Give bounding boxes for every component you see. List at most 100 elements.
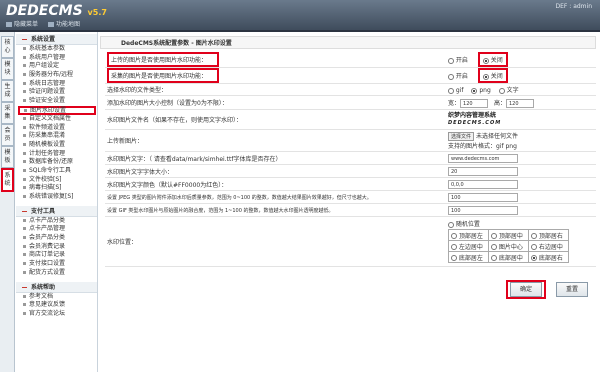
collect-wm-off-option[interactable]: 关闭 — [477, 68, 508, 83]
pos-middle-right[interactable]: 右边居中 — [528, 240, 569, 252]
bullet-icon — [23, 64, 26, 68]
bullet-icon — [23, 168, 26, 172]
sidebar-item[interactable]: SQL命令行工具 — [16, 167, 97, 176]
ok-button[interactable]: 确定 — [510, 282, 542, 297]
bullet-icon — [23, 90, 26, 94]
pos-top-left[interactable]: 顶部居左 — [448, 229, 489, 241]
collect-wm-on-radio[interactable] — [448, 73, 454, 80]
breadcrumb: DedeCMS系统配置参数 - 图片水印设置 — [100, 36, 596, 49]
type-text-radio[interactable] — [498, 87, 505, 94]
tab-template[interactable]: 模板 — [1, 146, 14, 168]
collapse-icon — [22, 39, 27, 40]
bullet-icon — [23, 253, 26, 257]
sidebar-item[interactable]: 验证安全设置 — [16, 97, 97, 106]
function-map-link[interactable]: 功能地图 — [47, 21, 80, 28]
bullet-icon — [23, 151, 26, 155]
sidebar-item[interactable]: 系统基本参数 — [16, 45, 97, 54]
collapse-icon — [22, 210, 27, 212]
section-payment-tools[interactable]: 支付工具 — [16, 205, 97, 217]
watermark-text-input[interactable]: www.dedecms.com — [448, 153, 518, 163]
pos-bottom-left[interactable]: 底部居左 — [448, 251, 489, 263]
position-grid: 顶部居左 顶部居中 顶部居右 左边居中 图片中心 右边居中 底部居左 底部居中 … — [448, 229, 569, 263]
position-random-radio[interactable] — [448, 221, 454, 228]
dedecms-logo: DEDECMS v5.7 — [6, 3, 107, 19]
supported-formats: 支持的图片格式：gif png — [448, 143, 517, 150]
font-color-input[interactable]: 0,0,0 — [448, 179, 518, 189]
sidebar-item[interactable]: 系统错误修复[S] — [16, 193, 97, 202]
height-input[interactable]: 120 — [505, 98, 534, 108]
user-info: DEF : admin — [555, 3, 593, 10]
sidebar-item[interactable]: 官方交流论坛 — [16, 310, 97, 319]
left-tab-bar: 核心 模块 生成 采集 会员 模板 系统 — [0, 32, 15, 372]
type-gif-radio[interactable] — [448, 87, 454, 94]
section-system-help[interactable]: 系统帮助 — [16, 281, 97, 293]
tab-system[interactable]: 系统 — [1, 168, 14, 192]
reset-button[interactable]: 重置 — [556, 282, 588, 297]
bullet-icon — [23, 55, 26, 59]
bullet-icon — [23, 244, 26, 248]
sidebar-item[interactable]: 病毒扫描[S] — [16, 184, 97, 193]
sidebar-item[interactable]: 计划任务管理 — [16, 150, 97, 159]
watermark-preview: 织梦内容管理系统 DEDECMS.COM — [448, 112, 502, 126]
sidebar-item[interactable]: 验证问题设置 — [16, 88, 97, 97]
sidebar-item[interactable]: 数据库备份/还原 — [16, 158, 97, 167]
sidebar-item[interactable]: 意见建议反馈 — [16, 301, 97, 310]
sidebar-item[interactable]: 软件频道设置 — [16, 124, 97, 133]
sidebar-item[interactable]: 服务器分布/远程 — [16, 71, 97, 80]
tab-module[interactable]: 模块 — [1, 58, 14, 80]
type-png-radio[interactable] — [471, 87, 478, 94]
pos-top-right[interactable]: 顶部居右 — [528, 229, 569, 241]
tab-generate[interactable]: 生成 — [1, 80, 14, 102]
sidebar-item-watermark[interactable]: 图片水印设置 — [18, 105, 96, 115]
collect-wm-off-radio[interactable] — [482, 73, 489, 80]
upload-wm-on-radio[interactable] — [448, 57, 454, 64]
bullet-icon — [23, 262, 26, 266]
bullet-icon — [23, 303, 26, 307]
bullet-icon — [23, 142, 26, 146]
pos-center[interactable]: 图片中心 — [488, 240, 529, 252]
sidebar-item[interactable]: 随机模板设置 — [16, 141, 97, 150]
pos-bottom-center[interactable]: 底部居中 — [488, 251, 529, 263]
pos-top-center[interactable]: 顶部居中 — [488, 229, 529, 241]
bullet-icon — [23, 270, 26, 274]
bullet-icon — [23, 186, 26, 190]
sidebar-item[interactable]: 支付接口设置 — [16, 260, 97, 269]
hide-menu-link[interactable]: 隐藏菜单 — [6, 21, 38, 28]
sidebar-item[interactable]: 防采集串混淆 — [16, 132, 97, 141]
bullet-icon — [23, 125, 26, 129]
sidebar-item[interactable]: 会员产品分类 — [16, 234, 97, 243]
bullet-icon — [23, 160, 26, 164]
sidebar-item[interactable]: 参考文档 — [16, 293, 97, 302]
upload-wm-off-option[interactable]: 关闭 — [477, 52, 508, 67]
jpeg-quality-input[interactable]: 100 — [448, 192, 518, 202]
row-label: 上传的图片是否使用图片水印功能： — [105, 52, 448, 68]
collapse-icon — [22, 286, 27, 288]
pos-middle-left[interactable]: 左边居中 — [448, 240, 489, 252]
sidebar-item[interactable]: 点卡产品管理 — [16, 225, 97, 234]
bullet-icon — [23, 73, 26, 77]
width-input[interactable]: 120 — [460, 98, 489, 108]
section-system-settings[interactable]: 系统设置 — [16, 34, 97, 45]
tab-core[interactable]: 核心 — [1, 36, 14, 58]
bullet-icon — [23, 47, 26, 50]
map-icon — [47, 22, 54, 27]
upload-wm-off-radio[interactable] — [482, 57, 489, 64]
sidebar-item[interactable]: 用户组设定 — [16, 62, 97, 71]
bullet-icon — [23, 116, 26, 120]
tab-member[interactable]: 会员 — [1, 124, 14, 146]
header-links: 隐藏菜单 功能地图 — [6, 19, 88, 28]
sidebar-item[interactable]: 文件校验[S] — [16, 176, 97, 185]
bullet-icon — [24, 108, 27, 112]
bullet-icon — [23, 99, 26, 103]
gif-opacity-input[interactable]: 100 — [448, 205, 518, 215]
pos-bottom-right[interactable]: 底部居右 — [528, 251, 569, 263]
bullet-icon — [23, 227, 26, 231]
top-header: DEDECMS v5.7 隐藏菜单 功能地图 DEF : admin — [0, 0, 600, 30]
sidebar-item[interactable]: 自定义文档属性 — [16, 115, 97, 124]
bullet-icon — [23, 81, 26, 85]
font-size-input[interactable]: 20 — [448, 166, 518, 176]
sidebar-item[interactable]: 商店订单记录 — [16, 251, 97, 260]
choose-file-button[interactable]: 选择文件 — [448, 132, 475, 141]
sidebar-item[interactable]: 配货方式设置 — [16, 269, 97, 278]
tab-collect[interactable]: 采集 — [1, 102, 14, 124]
